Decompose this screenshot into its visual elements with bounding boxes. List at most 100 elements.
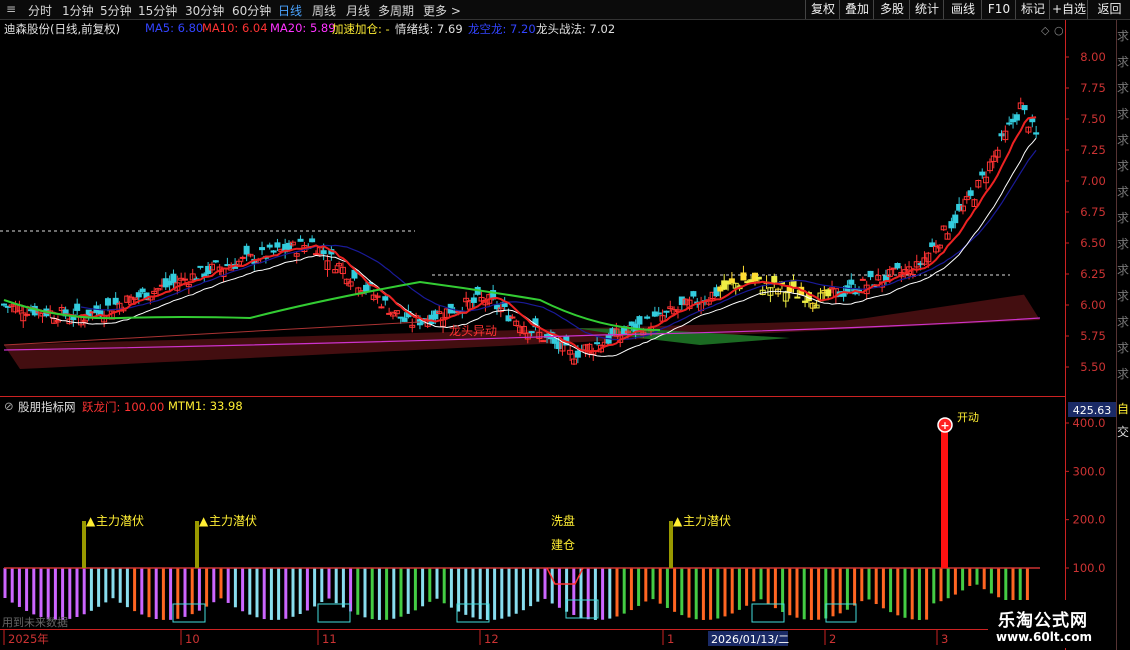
cyan-box — [317, 603, 351, 623]
flag-icon: ▲ — [86, 514, 96, 528]
toolbar-button-2[interactable]: 多股 — [873, 0, 910, 19]
flag-pole — [669, 521, 673, 568]
tab-4[interactable]: 30分钟 — [185, 2, 224, 19]
candle-body — [401, 317, 408, 322]
price-label: 8.00 — [1080, 50, 1106, 64]
indicator-title[interactable]: 股朋指标网 — [18, 399, 76, 415]
edge-glyph: 求 — [1117, 107, 1129, 121]
candle-body — [594, 342, 601, 345]
edge-glyph: 求 — [1117, 341, 1129, 355]
edge-glyph: 求 — [1117, 159, 1129, 173]
candle-body — [740, 272, 747, 281]
flag-icon: ▲ — [673, 514, 683, 528]
ylm-value: 跃龙门: 100.00 — [82, 400, 165, 414]
sub-top-value: 425.63 — [1073, 404, 1112, 417]
mtm-value: MTM1: 33.98 — [168, 399, 243, 413]
edge-glyph: 求 — [1117, 211, 1129, 225]
flag-icon: ▲ — [199, 514, 209, 528]
accel-value: 加速加仓: - — [332, 22, 390, 36]
candle-body — [636, 316, 643, 325]
ma5-value: MA5: 6.80 — [145, 21, 204, 35]
collapse-icon[interactable]: ⊘ — [4, 399, 14, 413]
candle-body — [378, 306, 385, 309]
candle-body — [259, 247, 266, 251]
candle-body — [197, 265, 204, 268]
tab-10[interactable]: 更多 > — [423, 2, 461, 19]
edge-glyph: 求 — [1117, 289, 1129, 303]
candle-body — [239, 256, 246, 259]
toolbar-button-7[interactable]: +自选 — [1049, 0, 1088, 19]
cyan-box — [751, 603, 785, 623]
candle-body — [24, 313, 31, 316]
candle-body — [320, 250, 327, 255]
edge-glyph: 求 — [1117, 133, 1129, 147]
tab-6[interactable]: 日线 — [278, 2, 302, 19]
chart-canvas[interactable]: 8.00 7.75 7.50 7.25 7.00 6.75 6.50 6.25 6.00 5.75… — [0, 0, 1130, 650]
tab-7[interactable]: 周线 — [312, 2, 336, 19]
plus-icon: + — [940, 419, 949, 432]
candle-body — [802, 300, 809, 303]
dragon-head-value: 龙头战法: 7.02 — [536, 22, 616, 36]
candle-body — [1006, 122, 1013, 125]
mood-value: 情绪线: 7.69 — [395, 22, 463, 36]
candle-body — [755, 276, 762, 280]
menu-icon[interactable]: ≡ — [6, 2, 16, 16]
dragon-move-label: 龙头异动 — [449, 324, 497, 338]
watermark-logo: 乐淘公式网 www.60lt.com — [988, 600, 1116, 648]
main-force-label: 主力潜伏 — [683, 514, 731, 528]
future-data-note: 用到未来数据 — [2, 615, 68, 629]
ma20-value: MA20: 5.89 — [270, 21, 336, 35]
edge-glyph: 求 — [1117, 81, 1129, 95]
candle-body — [1033, 132, 1040, 135]
tab-0[interactable]: 分时 — [28, 2, 52, 19]
build-label: 建仓 — [551, 538, 575, 552]
watermark-title: 乐淘公式网 — [998, 611, 1088, 631]
toolbar-button-5[interactable]: F10 — [981, 0, 1016, 19]
toolbar-button-3[interactable]: 统计 — [909, 0, 944, 19]
tab-8[interactable]: 月线 — [346, 2, 370, 19]
candle-body — [979, 171, 986, 176]
candle-body — [663, 310, 670, 313]
candle-body — [655, 312, 662, 315]
candle-body — [104, 298, 111, 306]
candle-body — [139, 288, 146, 292]
toolbar-button-4[interactable]: 画线 — [943, 0, 982, 19]
candle-body — [859, 278, 866, 281]
tab-2[interactable]: 5分钟 — [100, 2, 132, 19]
main-force-label: 主力潜伏 — [209, 514, 257, 528]
candle-body — [266, 244, 273, 248]
candle-body — [135, 292, 142, 298]
launch-spike — [941, 425, 948, 568]
launch-label: 开动 — [957, 411, 979, 424]
price-label: 6.25 — [1080, 267, 1106, 281]
price-label: 7.00 — [1080, 174, 1106, 188]
candle-body — [212, 260, 219, 263]
toolbar-button-6[interactable]: 标记 — [1015, 0, 1050, 19]
candle-body — [540, 340, 547, 343]
candle-body — [867, 270, 874, 278]
candle-body — [1021, 105, 1028, 111]
ma10-value: MA10: 6.04 — [202, 21, 268, 35]
diamond-icon: ◇ — [1041, 24, 1050, 37]
sub-label: 100.0 — [1073, 561, 1106, 575]
tab-5[interactable]: 60分钟 — [232, 2, 271, 19]
candle-body — [794, 296, 801, 299]
candle-body — [771, 275, 778, 283]
candle-body — [894, 263, 901, 269]
ma20-line — [80, 149, 1037, 341]
price-label: 7.25 — [1080, 143, 1106, 157]
price-label: 5.50 — [1080, 360, 1106, 374]
toolbar-button-1[interactable]: 叠加 — [839, 0, 874, 19]
cursor-date: 2026/01/13/二 — [711, 633, 789, 646]
sub-label: 400.0 — [1073, 416, 1106, 430]
tab-3[interactable]: 15分钟 — [138, 2, 177, 19]
toolbar-button-0[interactable]: 复权 — [805, 0, 840, 19]
tab-9[interactable]: 多周期 — [378, 2, 414, 19]
tab-1[interactable]: 1分钟 — [62, 2, 94, 19]
wash-label: 洗盘 — [551, 513, 575, 528]
candle-body — [363, 284, 370, 292]
stock-title[interactable]: 迪森股份(日线,前复权) — [4, 21, 120, 37]
date-label: 11 — [322, 632, 337, 646]
toolbar-button-8[interactable]: 返回 — [1087, 0, 1130, 19]
candle-body — [690, 291, 697, 297]
